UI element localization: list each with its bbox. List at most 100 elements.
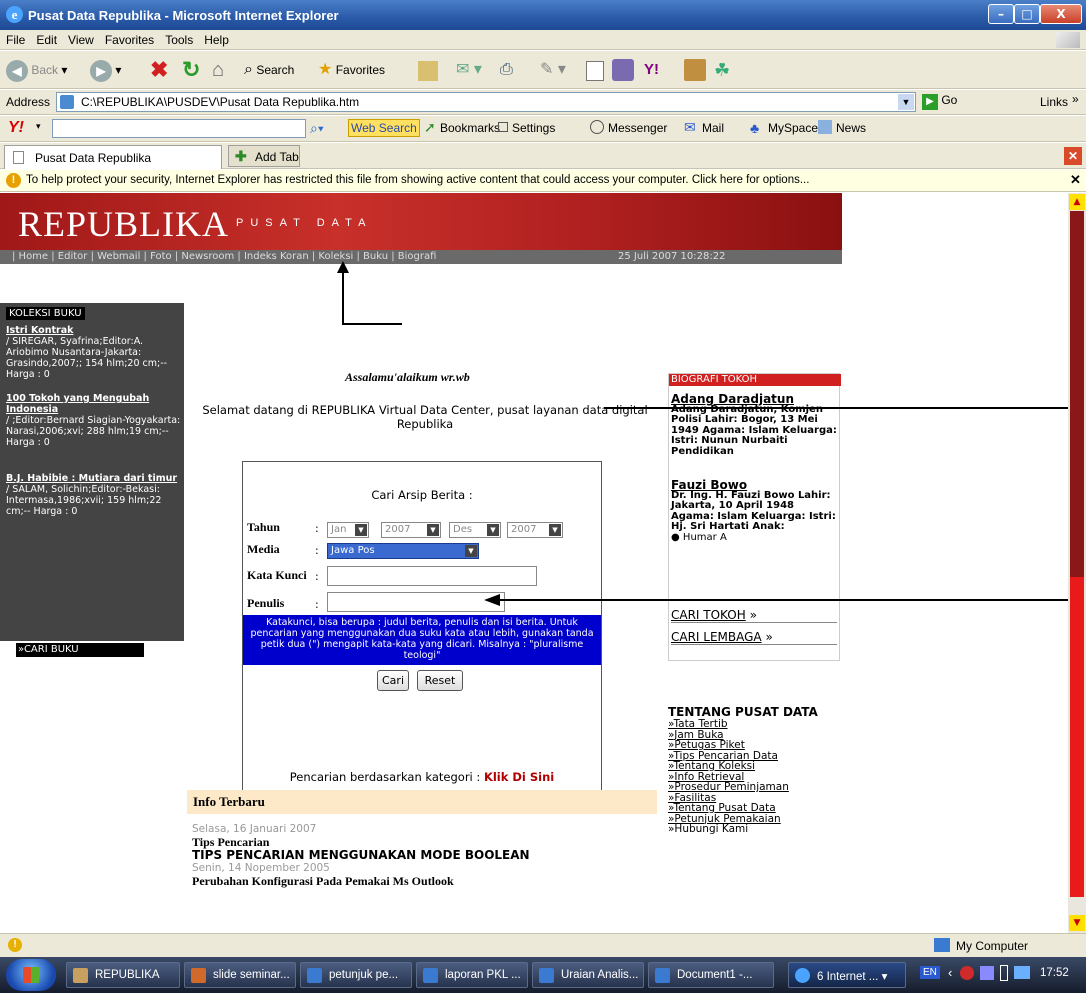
security-info-bar[interactable]: ! To help protect your security, Interne… xyxy=(0,170,1086,192)
media-select[interactable]: Jawa Pos ▼ xyxy=(327,543,479,559)
yahoo-icon[interactable]: Y! xyxy=(644,59,659,81)
tentang-link[interactable]: »Hubungi Kami xyxy=(668,824,843,835)
cari-button[interactable]: Cari xyxy=(377,670,409,691)
tentang-link[interactable]: »Tentang Pusat Data xyxy=(668,803,843,814)
scroll-up-icon[interactable]: ▲ xyxy=(1069,194,1085,210)
vertical-scrollbar[interactable]: ▲ ▼ xyxy=(1068,193,1086,933)
year-to-select[interactable]: 2007 ▼ xyxy=(507,522,563,538)
edit-icon[interactable]: ✎ ▾ xyxy=(540,59,566,81)
menu-file[interactable]: File xyxy=(0,30,30,47)
links-button[interactable]: Links xyxy=(1040,95,1068,109)
tentang-link[interactable]: »Prosedur Peminjaman xyxy=(668,782,843,793)
minimize-button[interactable]: – xyxy=(988,4,1014,24)
language-indicator[interactable]: EN xyxy=(920,966,940,979)
tokoh-item[interactable]: Adang Daradjatun Adang Daradjatun, Komje… xyxy=(671,393,839,457)
chevron-right-icon[interactable]: » xyxy=(1072,92,1079,106)
history-icon[interactable] xyxy=(418,61,438,81)
tray-security-icon[interactable] xyxy=(960,966,974,980)
start-button[interactable] xyxy=(6,959,56,991)
menu-help[interactable]: Help xyxy=(198,30,234,47)
month-from-select[interactable]: Jan ▼ xyxy=(327,522,369,538)
menu-edit[interactable]: Edit xyxy=(30,30,62,47)
messenger-icon[interactable] xyxy=(612,59,634,81)
settings-button[interactable]: Settings xyxy=(512,121,555,135)
research-icon[interactable] xyxy=(684,59,706,81)
cari-tokoh-link[interactable]: CARI TOKOH » xyxy=(671,608,837,623)
battery-icon[interactable] xyxy=(1000,965,1008,981)
book-item[interactable]: Istri Kontrak / SIREGAR, Syafrina;Editor:… xyxy=(6,325,182,380)
close-icon[interactable]: ✕ xyxy=(1070,172,1081,188)
yahoo-search-input[interactable] xyxy=(52,119,306,138)
taskbar-item[interactable]: slide seminar... xyxy=(184,962,296,988)
back-button[interactable]: ◀ Back ▾ xyxy=(6,59,67,82)
scroll-down-icon[interactable]: ▼ xyxy=(1069,915,1085,931)
taskbar-item-active[interactable]: 6 Internet ... ▾ xyxy=(788,962,906,988)
mail-icon[interactable]: ✉ ▾ xyxy=(456,59,482,81)
title-bar[interactable]: e Pusat Data Republika - Microsoft Inter… xyxy=(0,0,1086,30)
taskbar-item[interactable]: laporan PKL ... xyxy=(416,962,528,988)
bookmarks-button[interactable]: Bookmarks xyxy=(440,121,500,135)
annotation-line xyxy=(604,407,1068,409)
reset-button[interactable]: Reset xyxy=(417,670,463,691)
logo-subtitle: PUSAT DATA xyxy=(236,217,373,229)
tentang-link[interactable]: »Tata Tertib xyxy=(668,719,843,730)
web-search-button[interactable]: Web Search xyxy=(348,119,420,137)
month-to-select[interactable]: Des ▼ xyxy=(449,522,501,538)
tentang-link[interactable]: »Petugas Piket xyxy=(668,740,843,751)
users-icon[interactable]: ☘ xyxy=(714,59,730,81)
favorites-button[interactable]: ★ Favorites xyxy=(318,59,385,81)
add-tab-button[interactable]: ✚ Add Tab xyxy=(228,145,300,167)
maximize-button[interactable]: □ xyxy=(1014,4,1040,24)
go-button[interactable]: ▶ Go xyxy=(922,93,957,110)
network-icon[interactable] xyxy=(1014,966,1030,979)
myspace-button[interactable]: MySpace xyxy=(768,121,818,135)
info-headline[interactable]: Perubahan Konfigurasi Pada Pemakai Ms Ou… xyxy=(192,875,662,888)
stop-icon[interactable]: ✖ xyxy=(150,59,168,81)
year-from-select[interactable]: 2007 ▼ xyxy=(381,522,441,538)
search-button[interactable]: ⌕ Search xyxy=(244,59,294,81)
book-item[interactable]: 100 Tokoh yang Mengubah Indonesia / ;Edit… xyxy=(6,393,182,448)
search-icon[interactable]: ⌕▾ xyxy=(310,120,324,137)
chevron-left-icon[interactable]: ‹ xyxy=(948,965,952,980)
clock[interactable]: 17:52 xyxy=(1040,967,1069,979)
forward-button[interactable]: ▶ ▾ xyxy=(90,59,121,82)
tentang-link[interactable]: »Tentang Koleksi xyxy=(668,761,843,772)
scroll-thumb[interactable] xyxy=(1070,577,1084,897)
print-icon[interactable]: ⎙ xyxy=(500,59,513,81)
refresh-icon[interactable]: ↻ xyxy=(182,59,200,81)
close-tab-icon[interactable]: ✕ xyxy=(1064,147,1082,165)
penulis-input[interactable] xyxy=(327,592,505,612)
kata-kunci-input[interactable] xyxy=(327,566,537,586)
media-label: Media xyxy=(247,542,280,556)
scroll-track[interactable] xyxy=(1070,211,1084,577)
taskbar-item[interactable]: Uraian Analis... xyxy=(532,962,644,988)
nav-links[interactable]: | Home | Editor | Webmail | Foto | Newsr… xyxy=(12,250,436,264)
address-dropdown-icon[interactable]: ▼ xyxy=(898,94,914,110)
messenger-button[interactable]: Messenger xyxy=(608,121,667,135)
taskbar-item[interactable]: Document1 -... xyxy=(648,962,774,988)
book-item[interactable]: B.J. Habibie : Mutiara dari timur / SALAM… xyxy=(6,473,182,517)
info-headline[interactable]: TIPS PENCARIAN MENGGUNAKAN MODE BOOLEAN xyxy=(192,849,662,862)
child-row: ● Humar A xyxy=(671,531,727,543)
menu-favorites[interactable]: Favorites xyxy=(99,30,159,47)
home-icon[interactable]: ⌂ xyxy=(212,59,224,81)
cari-lembaga-link[interactable]: CARI LEMBAGA » xyxy=(671,630,837,645)
taskbar-item[interactable]: REPUBLIKA xyxy=(66,962,180,988)
discuss-icon[interactable] xyxy=(586,61,604,81)
tokoh-item[interactable]: Fauzi Bowo Dr. Ing. H. Fauzi Bowo Lahir:… xyxy=(671,479,839,543)
klik-di-sini-link[interactable]: Klik Di Sini xyxy=(484,770,554,784)
tray-app-icon[interactable] xyxy=(980,966,994,980)
yahoo-logo-icon[interactable]: Y! xyxy=(8,119,24,137)
taskbar-item[interactable]: petunjuk pe... xyxy=(300,962,412,988)
address-input[interactable]: C:\REPUBLIKA\PUSDEV\Pusat Data Republika… xyxy=(56,92,916,112)
menu-view[interactable]: View xyxy=(62,30,99,47)
cari-buku-link[interactable]: »CARI BUKU xyxy=(16,643,144,657)
news-button[interactable]: News xyxy=(836,121,866,135)
menu-tools[interactable]: Tools xyxy=(159,30,198,47)
info-list: Selasa, 16 Januari 2007 Tips Pencarian T… xyxy=(192,823,662,888)
yahoo-menu-icon[interactable]: ▾ xyxy=(36,121,41,132)
republika-logo[interactable]: REPUBLIKA xyxy=(18,203,229,245)
close-button[interactable]: X xyxy=(1040,4,1082,24)
mail-button[interactable]: Mail xyxy=(702,121,724,135)
tab-pusat-data[interactable]: Pusat Data Republika xyxy=(4,145,222,169)
